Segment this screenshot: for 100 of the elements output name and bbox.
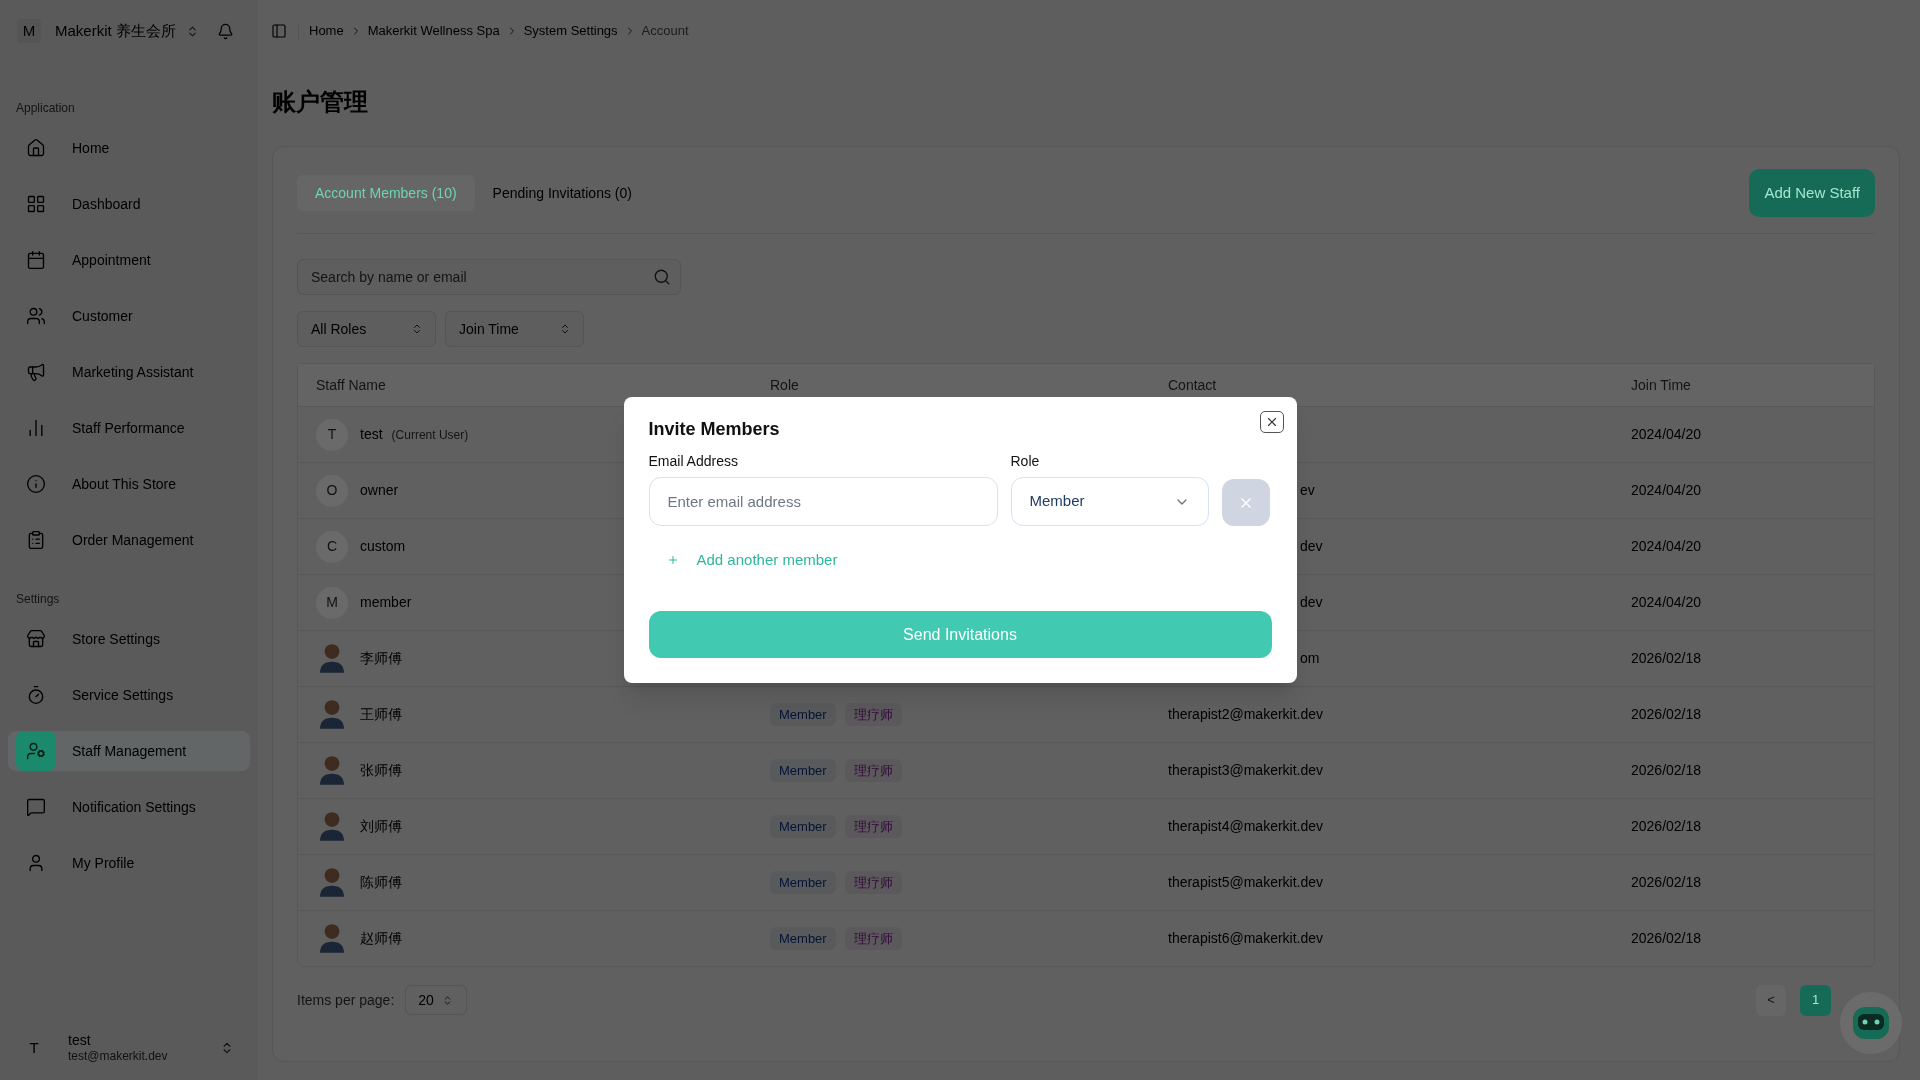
join-date: 2026/02/18 xyxy=(1631,873,1702,892)
column-header: Staff Name xyxy=(316,375,386,395)
team-avatar: M xyxy=(17,19,41,43)
chat-icon xyxy=(26,797,46,817)
nav-item[interactable]: Home xyxy=(8,128,250,168)
role-tag: 理疗师 xyxy=(844,927,902,950)
dialog-title: Invite Members xyxy=(648,418,781,440)
role-tag: 理疗师 xyxy=(844,703,902,726)
avatar-initial: C xyxy=(316,530,348,563)
join-date: 2026/02/18 xyxy=(1631,705,1702,724)
nav-item[interactable]: Order Management xyxy=(8,520,250,560)
nav-item[interactable]: Customer xyxy=(8,296,250,336)
role-tag: Member xyxy=(770,703,836,726)
search-icon xyxy=(653,268,671,286)
role-tag: Member xyxy=(770,871,836,894)
user-avatar: T xyxy=(28,1037,40,1058)
role-select[interactable]: Member xyxy=(1010,477,1209,526)
user-gear-icon xyxy=(16,731,56,771)
join-date: 2024/04/20 xyxy=(1631,425,1702,444)
nav-item[interactable]: About This Store xyxy=(8,464,250,504)
nav-item[interactable]: Notification Settings xyxy=(8,787,250,827)
breadcrumb-link[interactable]: Home xyxy=(309,21,344,41)
add-member-link[interactable]: Add another member xyxy=(648,539,838,581)
nav-item[interactable]: Service Settings xyxy=(8,675,250,715)
role-tag: Member xyxy=(770,815,836,838)
add-staff-button[interactable]: Add New Staff xyxy=(1749,169,1875,217)
bell-icon[interactable] xyxy=(217,22,234,40)
filter-select[interactable]: All Roles xyxy=(297,311,436,347)
join-date: 2024/04/20 xyxy=(1631,537,1702,556)
staff-name: 李师傅 xyxy=(360,649,402,668)
nav-item[interactable]: Staff Performance xyxy=(8,408,250,448)
tab[interactable]: Pending Invitations (0) xyxy=(474,175,650,211)
plus-icon xyxy=(666,554,679,566)
info-icon xyxy=(26,474,46,494)
contact-email: therapist3@makerkit.dev xyxy=(1168,761,1324,780)
staff-name: 王师傅 xyxy=(360,705,402,724)
page-size-select[interactable]: 20 xyxy=(405,985,468,1015)
contact-email: therapist4@makerkit.dev xyxy=(1168,817,1324,836)
join-date: 2024/04/20 xyxy=(1631,593,1702,612)
nav-item[interactable]: My Profile xyxy=(8,843,250,883)
avatar-initial: T xyxy=(316,418,348,451)
role-tag: 理疗师 xyxy=(844,759,902,782)
close-button[interactable] xyxy=(1259,411,1284,433)
person-avatar-icon xyxy=(320,812,344,841)
sidebar-toggle-icon[interactable] xyxy=(271,23,287,39)
nav-item[interactable]: Appointment xyxy=(8,240,250,280)
column-header: Role xyxy=(770,375,799,395)
column-header: Join Time xyxy=(1631,375,1691,395)
chevrons-icon xyxy=(559,323,571,335)
tab[interactable]: Account Members (10) xyxy=(297,175,475,211)
join-date: 2026/02/18 xyxy=(1631,649,1702,668)
field-label: Role xyxy=(1010,452,1041,470)
role-tag: Member xyxy=(770,759,836,782)
staff-name: 张师傅 xyxy=(360,761,402,780)
contact-email: dev xyxy=(1300,537,1323,556)
breadcrumb-link[interactable]: Makerkit Wellness Spa xyxy=(367,21,500,41)
column-header: Contact xyxy=(1168,375,1217,395)
nav-group-label: Application xyxy=(15,100,76,116)
page-button[interactable]: 1 xyxy=(1800,984,1831,1016)
nav-item[interactable]: Marketing Assistant xyxy=(8,352,250,392)
staff-name: owner xyxy=(360,481,399,500)
grid-icon xyxy=(26,194,46,214)
person-avatar-icon xyxy=(320,924,344,953)
calendar-icon xyxy=(26,250,46,270)
timer-icon xyxy=(26,685,46,705)
breadcrumb-link[interactable]: System Settings xyxy=(523,21,618,41)
users-icon xyxy=(26,306,46,326)
filter-select[interactable]: Join Time xyxy=(445,311,584,347)
breadcrumb-link[interactable]: Account xyxy=(641,21,689,41)
contact-email: ev xyxy=(1300,481,1315,500)
join-date: 2024/04/20 xyxy=(1631,481,1702,500)
team-switcher[interactable]: Makerkit 养生会所 xyxy=(55,19,199,43)
nav-item[interactable]: Dashboard xyxy=(8,184,250,224)
field-label: Email Address xyxy=(648,452,739,470)
home-icon xyxy=(26,138,46,158)
clipboard-icon xyxy=(26,530,46,550)
email-input[interactable]: Enter email address xyxy=(648,477,998,526)
join-date: 2026/02/18 xyxy=(1631,761,1702,780)
join-date: 2026/02/18 xyxy=(1631,817,1702,836)
nav-item[interactable]: Store Settings xyxy=(8,619,250,659)
contact-email: dev xyxy=(1300,593,1323,612)
contact-email: therapist2@makerkit.dev xyxy=(1168,705,1324,724)
contact-email: om xyxy=(1300,649,1320,668)
staff-name: member xyxy=(360,593,412,612)
nav-item[interactable]: Staff Management xyxy=(8,731,250,771)
join-date: 2026/02/18 xyxy=(1631,929,1702,948)
person-avatar-icon xyxy=(320,644,344,673)
user-name: test xyxy=(68,1032,92,1049)
previous-page-button[interactable]: < xyxy=(1756,984,1786,1016)
send-invitations-button[interactable]: Send Invitations xyxy=(648,611,1272,658)
nav-group-label: Settings xyxy=(15,591,61,607)
search-field[interactable]: Search by name or email xyxy=(297,259,681,295)
contact-email: therapist6@makerkit.dev xyxy=(1168,929,1324,948)
person-avatar-icon xyxy=(320,756,344,785)
staff-name: test xyxy=(360,425,383,444)
role-tag: Member xyxy=(770,927,836,950)
current-user-tag: (Current User) xyxy=(391,425,469,444)
user-email: test@makerkit.dev xyxy=(68,1049,168,1064)
robot-icon[interactable] xyxy=(1840,992,1902,1054)
chevrons-icon xyxy=(411,323,423,335)
